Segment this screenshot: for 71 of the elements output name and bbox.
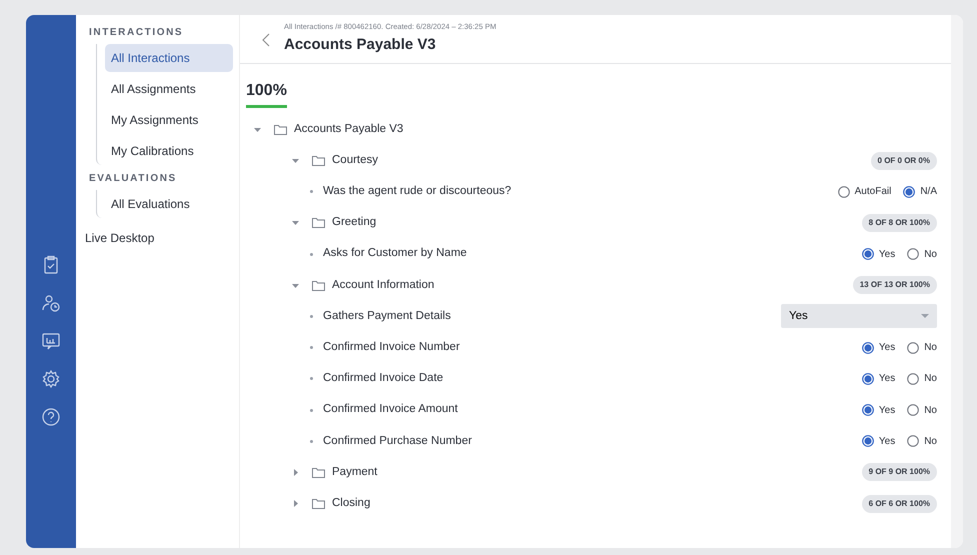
back-icon[interactable] (262, 33, 270, 47)
answer-dropdown[interactable]: Yes (781, 304, 937, 328)
radio-option[interactable]: No (907, 434, 937, 449)
caret-icon[interactable] (292, 219, 299, 226)
radio-icon (838, 186, 850, 198)
score-badge: 13 OF 13 OR 100% (852, 276, 937, 294)
caret-icon[interactable] (254, 126, 261, 133)
page-title: Accounts Payable V3 (284, 35, 437, 56)
radio-icon (907, 372, 920, 385)
section-heading: EVALUATIONS (89, 172, 178, 186)
help-icon[interactable] (41, 407, 61, 427)
radio-icon (862, 342, 874, 354)
radio-option[interactable]: Yes (862, 434, 896, 449)
radio-icon (862, 248, 874, 260)
folder-icon (312, 280, 325, 291)
question-label: Confirmed Invoice Amount (323, 402, 458, 418)
person-clock-icon[interactable] (41, 293, 61, 313)
radio-option[interactable]: N/A (903, 184, 937, 200)
score-badge: 0 OF 0 OR 0% (870, 152, 937, 170)
folder-icon (274, 124, 287, 135)
caret-icon[interactable] (292, 282, 299, 289)
radio-icon (907, 404, 920, 416)
nav-item[interactable]: Live Desktop (82, 224, 233, 252)
nav-item[interactable]: All Interactions (105, 44, 233, 72)
nav-item[interactable]: All Assignments (105, 75, 233, 103)
chart-message-icon[interactable] (41, 331, 61, 351)
folder-label[interactable]: Account Information (332, 276, 434, 294)
radio-icon (862, 372, 874, 385)
radio-icon (907, 342, 920, 354)
caret-icon[interactable] (292, 500, 299, 508)
question-label: Confirmed Invoice Number (323, 340, 460, 356)
score-badge: 9 OF 9 OR 100% (862, 463, 937, 482)
folder-label[interactable]: Accounts Payable V3 (294, 120, 404, 138)
score-badge: 8 OF 8 OR 100% (862, 214, 937, 232)
folder-icon (312, 217, 325, 228)
radio-icon (862, 435, 874, 448)
radio-icon (907, 248, 920, 260)
caret-icon[interactable] (292, 157, 299, 164)
radio-icon (862, 404, 874, 416)
radio-icon (903, 186, 916, 198)
nav-item[interactable]: My Calibrations (105, 137, 233, 165)
nav-item[interactable]: My Assignments (105, 106, 233, 134)
folder-icon (312, 466, 325, 478)
score-text: 100% (246, 78, 287, 108)
question-label: Asks for Customer by Name (323, 246, 467, 262)
folder-icon (312, 155, 325, 166)
radio-option[interactable]: Yes (862, 246, 896, 262)
radio-option[interactable]: Yes (862, 340, 896, 356)
question-label: Was the agent rude or discourteous? (323, 184, 512, 200)
question-label: Confirmed Purchase Number (323, 434, 472, 449)
radio-option[interactable]: No (907, 340, 937, 356)
score-badge: 6 OF 6 OR 100% (862, 494, 937, 513)
radio-option[interactable]: AutoFail (838, 184, 892, 200)
radio-option[interactable]: No (907, 402, 937, 418)
caret-icon (921, 314, 929, 319)
question-label: Confirmed Invoice Date (323, 371, 444, 386)
radio-option[interactable]: Yes (862, 371, 896, 386)
settings-icon[interactable] (41, 369, 61, 389)
folder-label[interactable]: Payment (332, 464, 378, 482)
folder-icon (312, 498, 325, 510)
question-label: Gathers Payment Details (323, 308, 451, 324)
radio-option[interactable]: No (907, 246, 937, 262)
radio-option[interactable]: No (907, 371, 937, 386)
radio-option[interactable]: Yes (862, 402, 896, 418)
nav-item[interactable]: All Evaluations (105, 190, 233, 218)
folder-label[interactable]: Closing (332, 494, 370, 512)
folder-label[interactable]: Courtesy (332, 152, 378, 170)
folder-label[interactable]: Greeting (332, 214, 376, 232)
section-heading: INTERACTIONS (89, 26, 184, 40)
caret-icon[interactable] (292, 468, 299, 476)
radio-icon (907, 435, 920, 448)
